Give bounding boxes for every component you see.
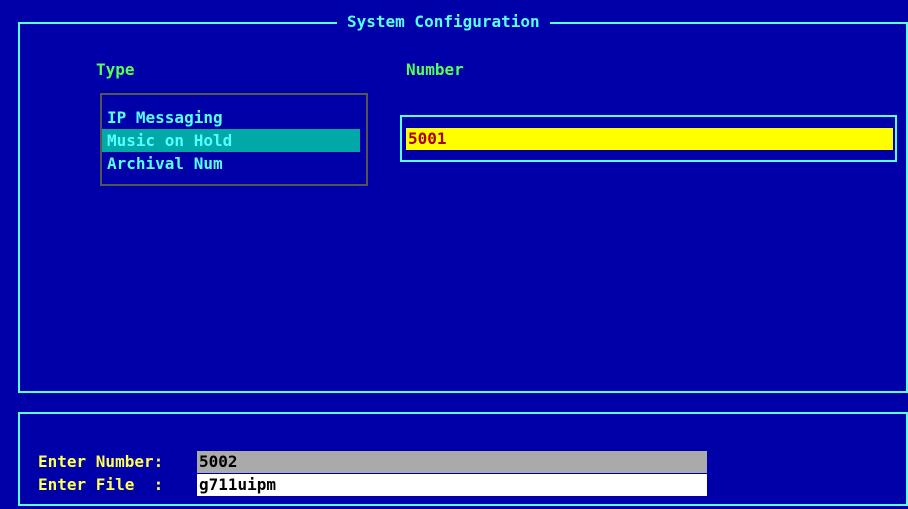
enter-number-label: Enter Number:: [38, 452, 164, 471]
type-column-header: Type: [96, 60, 135, 79]
terminal-screen: System Configuration Type Number IP Mess…: [0, 0, 908, 509]
list-item-archival-num[interactable]: Archival Num: [102, 152, 366, 175]
enter-file-input[interactable]: g711uipm: [197, 474, 707, 496]
enter-number-input[interactable]: 5002: [197, 451, 707, 473]
enter-file-label: Enter File :: [38, 475, 164, 494]
type-list[interactable]: IP Messaging Music on Hold Archival Num: [100, 93, 368, 186]
list-item-music-on-hold[interactable]: Music on Hold: [102, 129, 360, 152]
window-title: System Configuration: [337, 12, 550, 32]
number-field[interactable]: 5001: [406, 128, 893, 150]
number-column-header: Number: [406, 60, 464, 79]
list-item-ip-messaging[interactable]: IP Messaging: [102, 106, 366, 129]
number-box: 5001: [400, 115, 897, 162]
